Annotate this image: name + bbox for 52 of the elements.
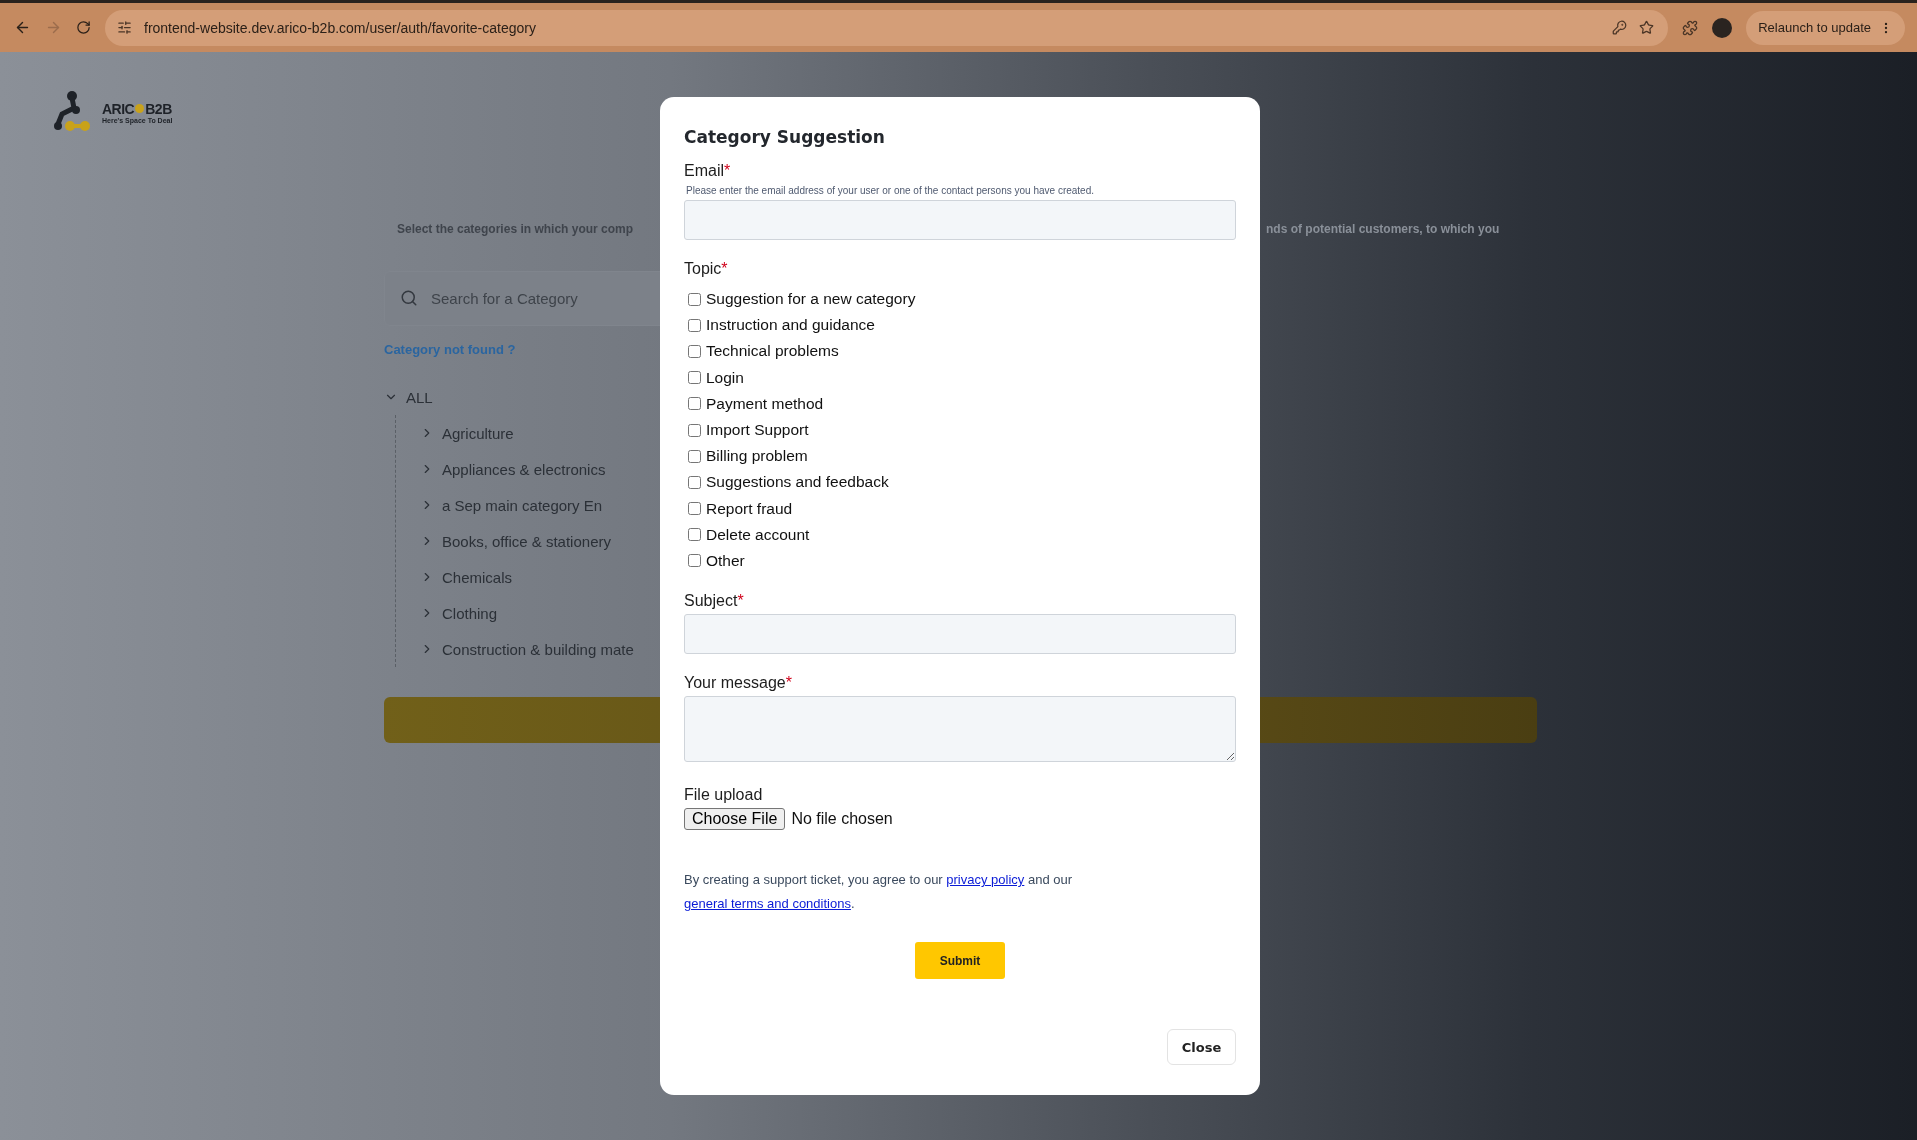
topic-option[interactable]: Instruction and guidance — [684, 312, 1236, 339]
field-label: Subject* — [684, 592, 745, 611]
key-icon[interactable] — [1612, 20, 1628, 35]
terms-link[interactable]: privacy policy — [946, 872, 1025, 888]
terms-link[interactable]: general terms and conditions — [684, 896, 851, 912]
star-icon[interactable] — [1639, 20, 1655, 35]
site-settings-icon[interactable] — [117, 20, 132, 35]
help-text: Please enter the email address of your user or one of the contact persons you have created. — [686, 185, 1096, 196]
checkbox[interactable] — [688, 475, 701, 489]
checkbox[interactable] — [688, 449, 701, 463]
checkbox[interactable] — [688, 423, 701, 437]
intro-text: nds of potential customers, to which you — [1266, 222, 1500, 236]
topic-option[interactable]: Technical problems — [684, 338, 1236, 365]
topic-option[interactable]: Other — [684, 547, 1236, 575]
message-field[interactable] — [684, 696, 1236, 763]
profile-avatar[interactable] — [1712, 17, 1733, 38]
checkbox[interactable] — [688, 528, 701, 542]
checkbox[interactable] — [688, 292, 701, 306]
search-icon — [400, 289, 418, 307]
field-label: Topic* — [684, 260, 729, 278]
extensions-icon[interactable] — [1682, 19, 1699, 36]
topic-option[interactable]: Import Support — [684, 416, 1236, 444]
subject-field[interactable] — [684, 614, 1236, 655]
checkbox[interactable] — [688, 344, 701, 358]
checkbox[interactable] — [688, 318, 701, 332]
topic-option[interactable]: Login — [684, 364, 1236, 391]
field-label: Email* — [684, 162, 732, 180]
legal-notice: By creating a support ticket, you agree to our privacy policy and our general terms and conditions. — [684, 871, 1074, 914]
url-text: frontend-website.dev.arico-b2b.com/user/auth/favorite-category — [144, 19, 537, 36]
field-label: Your message* — [684, 674, 793, 693]
address-bar[interactable]: frontend-website.dev.arico-b2b.com/user/auth/favorite-category — [105, 9, 1669, 46]
checkbox[interactable] — [688, 502, 701, 516]
choose-file-button[interactable]: Choose File — [684, 808, 786, 831]
back-button[interactable] — [14, 19, 31, 36]
close-button[interactable]: Close — [1167, 1029, 1236, 1066]
logo-wordmark: ARIC B2B — [102, 100, 173, 117]
submit-button[interactable]: Submit — [915, 942, 1005, 980]
relaunch-button[interactable]: Relaunch to update — [1746, 10, 1905, 45]
checkbox[interactable] — [688, 554, 701, 568]
file-status: No file chosen — [791, 810, 893, 829]
dialog-title: Category Suggestion — [684, 127, 886, 147]
checkbox[interactable] — [688, 371, 701, 385]
topic-option[interactable]: Delete account — [684, 521, 1236, 548]
topic-option[interactable]: Payment method — [684, 390, 1236, 417]
checkbox[interactable] — [688, 397, 701, 411]
topic-option[interactable]: Report fraud — [684, 495, 1236, 522]
email-field[interactable] — [684, 200, 1236, 240]
topic-option[interactable]: Billing problem — [684, 443, 1236, 470]
field-label: File upload — [684, 786, 764, 805]
topic-option[interactable]: Suggestion for a new category — [684, 286, 1236, 313]
reload-button[interactable] — [76, 20, 91, 35]
topic-option[interactable]: Suggestions and feedback — [684, 469, 1236, 496]
